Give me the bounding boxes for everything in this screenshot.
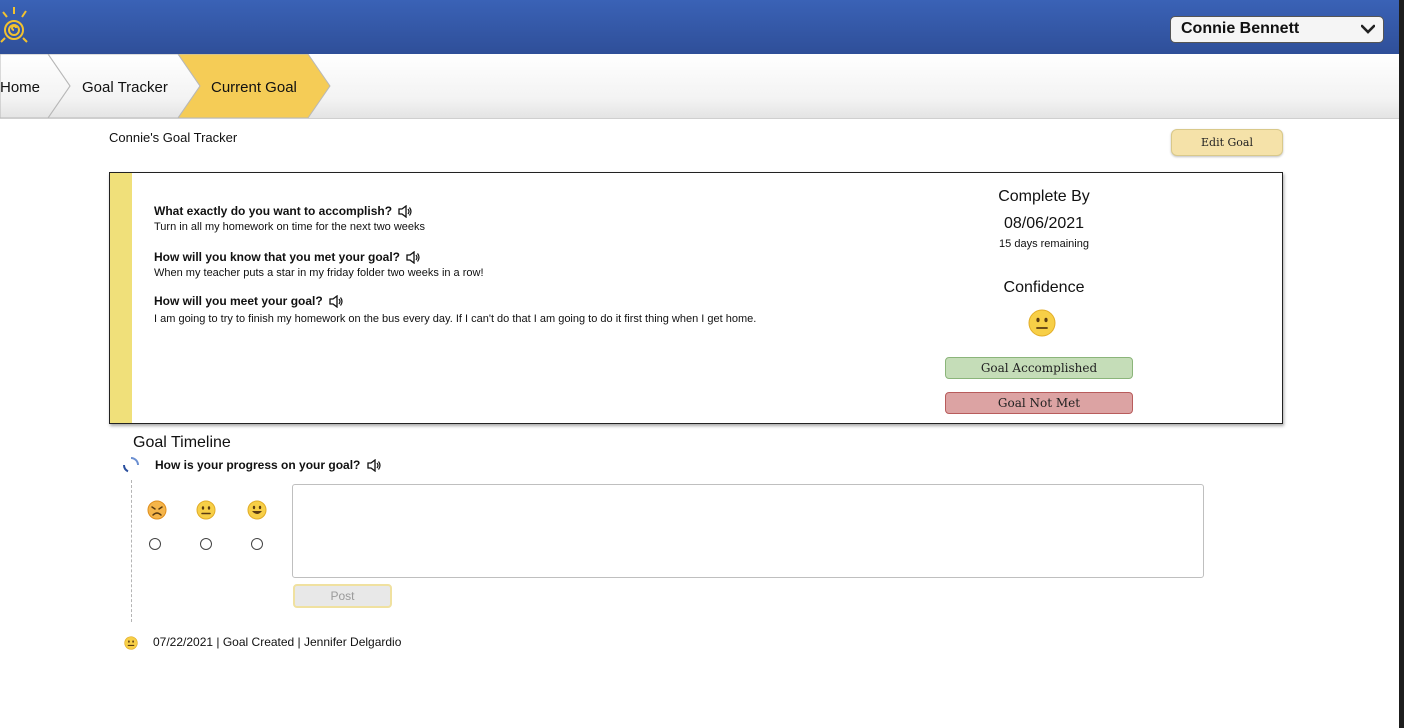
speaker-icon[interactable] [406,251,420,265]
goal-not-met-button[interactable]: Goal Not Met [945,392,1133,414]
confidence-label: Confidence [1003,279,1085,296]
complete-by-label: Complete By [998,188,1090,205]
sad-face-emoji-icon [147,500,167,520]
question-accomplish-label: What exactly do you want to accomplish? [154,204,393,218]
progress-text-area[interactable] [292,484,1204,578]
edit-goal-button[interactable]: Edit Goal [1171,129,1283,156]
question-how-meet: How will you meet your goal? [154,294,343,309]
goal-card-accent-stripe [110,173,132,423]
answer-know-met: When my teacher puts a star in my friday… [154,267,484,279]
post-button[interactable]: Post [293,584,392,608]
neutral-face-emoji-icon [1028,309,1056,337]
goal-accomplished-button[interactable]: Goal Accomplished [945,357,1133,379]
days-remaining: 15 days remaining [999,238,1089,250]
user-name: Connie Bennett [1181,20,1300,37]
breadcrumb-home[interactable]: Home [0,79,40,96]
mood-radio-sad[interactable] [149,538,161,550]
refresh-spinner-icon [123,457,139,473]
mood-radio-neutral[interactable] [200,538,212,550]
goal-card: What exactly do you want to accomplish? … [109,172,1283,424]
progress-question: How is your progress on your goal? [155,458,381,473]
speaker-icon[interactable] [329,295,343,309]
question-know-met: How will you know that you met your goal… [154,250,420,265]
neutral-face-emoji-icon [124,636,138,650]
question-accomplish: What exactly do you want to accomplish? [154,204,412,219]
speaker-icon[interactable] [398,205,412,219]
answer-how-meet: I am going to try to finish my homework … [154,313,757,325]
timeline-line [131,480,132,622]
speaker-icon[interactable] [367,459,381,473]
user-select-dropdown[interactable]: Connie Bennett [1170,16,1384,43]
complete-by-date: 08/06/2021 [1003,215,1085,232]
page-title: Connie's Goal Tracker [109,130,238,145]
mood-radio-happy[interactable] [251,538,263,550]
top-header: Connie Bennett [0,0,1404,54]
breadcrumb-bar: Home Goal Tracker Current Goal [0,54,1404,119]
happy-face-emoji-icon [247,500,267,520]
answer-accomplish: Turn in all my homework on time for the … [154,221,426,233]
breadcrumb-current-goal[interactable]: Current Goal [211,79,297,96]
breadcrumb-goal-tracker[interactable]: Goal Tracker [82,79,168,96]
goal-timeline-title: Goal Timeline [133,434,231,451]
chevron-down-icon [1361,24,1375,34]
breadcrumb [0,54,331,118]
progress-question-label: How is your progress on your goal? [155,458,361,472]
sun-spiral-logo-icon[interactable] [0,4,34,48]
question-know-met-label: How will you know that you met your goal… [154,250,401,264]
question-how-meet-label: How will you meet your goal? [154,294,323,308]
window-edge [1399,0,1404,728]
timeline-entry: 07/22/2021 | Goal Created | Jennifer Del… [153,635,402,649]
neutral-face-emoji-icon [196,500,216,520]
